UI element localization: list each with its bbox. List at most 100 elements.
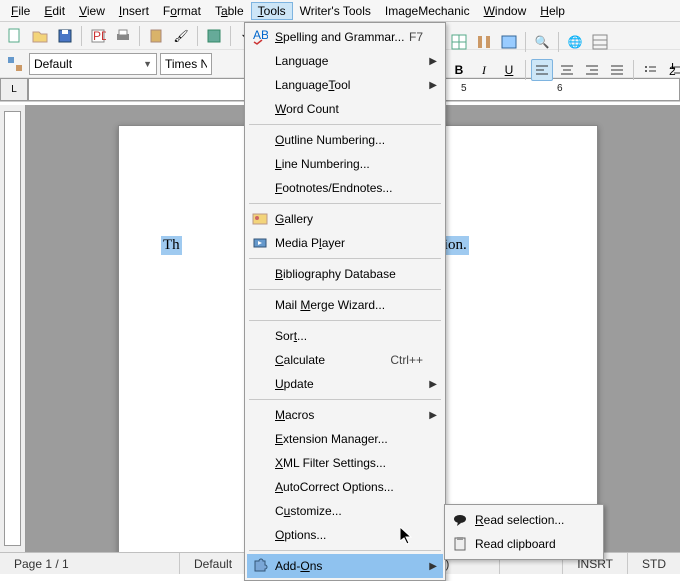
menu-item-options[interactable]: Options...	[247, 523, 443, 547]
submenu-arrow-icon: ▶	[429, 410, 437, 421]
format-paint-icon[interactable]: 🖌	[170, 25, 192, 47]
menu-view[interactable]: View	[72, 2, 112, 20]
list-icon[interactable]	[639, 59, 661, 81]
media-icon	[251, 234, 269, 252]
menu-item-sort[interactable]: Sort...	[247, 324, 443, 348]
paragraph-style-value: Default	[34, 57, 72, 71]
menu-item-label: Media Player	[275, 236, 345, 250]
menu-format[interactable]: Format	[156, 2, 208, 20]
bold-icon[interactable]: B	[448, 59, 470, 81]
save-alt-icon[interactable]	[203, 25, 225, 47]
new-doc-icon[interactable]	[4, 25, 26, 47]
menu-item-label: Extension Manager...	[275, 432, 388, 446]
submenu-item-label: Read clipboard	[475, 537, 556, 551]
zoom-icon[interactable]: 🔍	[531, 31, 553, 53]
help-icon[interactable]: 🌐	[564, 31, 586, 53]
menu-item-line-numbering[interactable]: Line Numbering...	[247, 152, 443, 176]
separator	[139, 26, 140, 46]
menu-item-calculate[interactable]: Calculate Ctrl++	[247, 348, 443, 372]
menu-item-media-player[interactable]: Media Player	[247, 231, 443, 255]
open-icon[interactable]	[29, 25, 51, 47]
table-icon[interactable]	[448, 31, 470, 53]
align-justify-icon[interactable]	[606, 59, 628, 81]
menu-item-spelling-and-grammar[interactable]: ABC Spelling and Grammar... F7	[247, 25, 443, 49]
menu-item-add-ons[interactable]: Add-Ons ▶	[247, 554, 443, 578]
menu-item-language[interactable]: Language▶	[247, 49, 443, 73]
submenu-item-label: Read selection...	[475, 513, 564, 527]
submenu-arrow-icon: ▶	[429, 56, 437, 67]
menu-help[interactable]: Help	[533, 2, 572, 20]
svg-text:2: 2	[669, 64, 676, 77]
italic-icon[interactable]: I	[473, 59, 495, 81]
styles-icon[interactable]	[4, 53, 26, 75]
font-name-combo[interactable]: Times New Roman	[160, 53, 212, 75]
separator	[197, 26, 198, 46]
menu-writer-s-tools[interactable]: Writer's Tools	[293, 2, 378, 20]
menu-shortcut: Ctrl++	[390, 353, 423, 367]
menu-window[interactable]: Window	[477, 2, 534, 20]
menu-item-macros[interactable]: Macros▶	[247, 403, 443, 427]
status-selection-mode[interactable]: STD	[627, 553, 680, 574]
menu-item-xml-filter-settings[interactable]: XML Filter Settings...	[247, 451, 443, 475]
align-left-icon[interactable]	[531, 59, 553, 81]
menu-item-customize[interactable]: Customize...	[247, 499, 443, 523]
menu-item-update[interactable]: Update▶	[247, 372, 443, 396]
puzzle-icon	[251, 557, 269, 575]
separator	[525, 60, 526, 80]
addons-submenu: Read selection... Read clipboard	[444, 504, 604, 560]
align-center-icon[interactable]	[556, 59, 578, 81]
menu-item-footnotes-endnotes[interactable]: Footnotes/Endnotes...	[247, 176, 443, 200]
menu-item-outline-numbering[interactable]: Outline Numbering...	[247, 128, 443, 152]
spellcheck-icon: ABC	[251, 28, 269, 46]
menu-item-label: Add-Ons	[275, 559, 322, 573]
menu-item-languagetool[interactable]: LanguageTool▶	[247, 73, 443, 97]
menu-item-label: Spelling and Grammar...	[275, 30, 404, 44]
svg-text:ABC: ABC	[253, 29, 268, 42]
selected-text-left[interactable]: Th	[161, 236, 182, 255]
gallery-icon	[251, 210, 269, 228]
menu-item-extension-manager[interactable]: Extension Manager...	[247, 427, 443, 451]
chevron-down-icon: ▼	[143, 59, 152, 69]
menu-item-label: Options...	[275, 528, 326, 542]
menu-item-bibliography-database[interactable]: Bibliography Database	[247, 262, 443, 286]
underline-icon[interactable]: U	[498, 59, 520, 81]
menu-item-label: Line Numbering...	[275, 157, 370, 171]
clipboard-icon	[451, 535, 469, 553]
separator	[230, 26, 231, 46]
submenu-item-read-selection[interactable]: Read selection...	[447, 508, 601, 532]
save-icon[interactable]	[54, 25, 76, 47]
align-right-icon[interactable]	[581, 59, 603, 81]
submenu-arrow-icon: ▶	[429, 379, 437, 390]
menu-tools[interactable]: Tools	[251, 2, 293, 20]
menu-item-label: Calculate	[275, 353, 325, 367]
grid-icon[interactable]	[589, 31, 611, 53]
paragraph-style-combo[interactable]: Default ▼	[29, 53, 157, 75]
submenu-arrow-icon: ▶	[429, 561, 437, 572]
menu-shortcut: F7	[409, 30, 423, 44]
vertical-ruler[interactable]	[0, 105, 26, 552]
menu-insert[interactable]: Insert	[112, 2, 156, 20]
menu-bar: FileEditViewInsertFormatTableToolsWriter…	[0, 0, 680, 22]
numbered-list-icon[interactable]: 12	[664, 59, 680, 81]
menu-table[interactable]: Table	[208, 2, 251, 20]
columns-icon[interactable]	[473, 31, 495, 53]
menu-file[interactable]: File	[4, 2, 37, 20]
print-icon[interactable]	[112, 25, 134, 47]
status-page: Page 1 / 1	[0, 553, 180, 574]
export-pdf-icon[interactable]: PDF	[87, 25, 109, 47]
menu-item-label: AutoCorrect Options...	[275, 480, 394, 494]
submenu-item-read-clipboard[interactable]: Read clipboard	[447, 532, 601, 556]
ruler-corner: L	[0, 78, 28, 101]
ruler-mark: 6	[557, 83, 563, 94]
separator	[633, 60, 634, 80]
menu-item-label: Mail Merge Wizard...	[275, 298, 385, 312]
menu-item-gallery[interactable]: Gallery	[247, 207, 443, 231]
menu-edit[interactable]: Edit	[37, 2, 72, 20]
paste-icon[interactable]	[145, 25, 167, 47]
menu-imagemechanic[interactable]: ImageMechanic	[378, 2, 477, 20]
image-icon[interactable]	[498, 31, 520, 53]
menu-item-word-count[interactable]: Word Count	[247, 97, 443, 121]
menu-item-mail-merge-wizard[interactable]: Mail Merge Wizard...	[247, 293, 443, 317]
menu-item-autocorrect-options[interactable]: AutoCorrect Options...	[247, 475, 443, 499]
font-name-value: Times New Roman	[165, 57, 207, 71]
